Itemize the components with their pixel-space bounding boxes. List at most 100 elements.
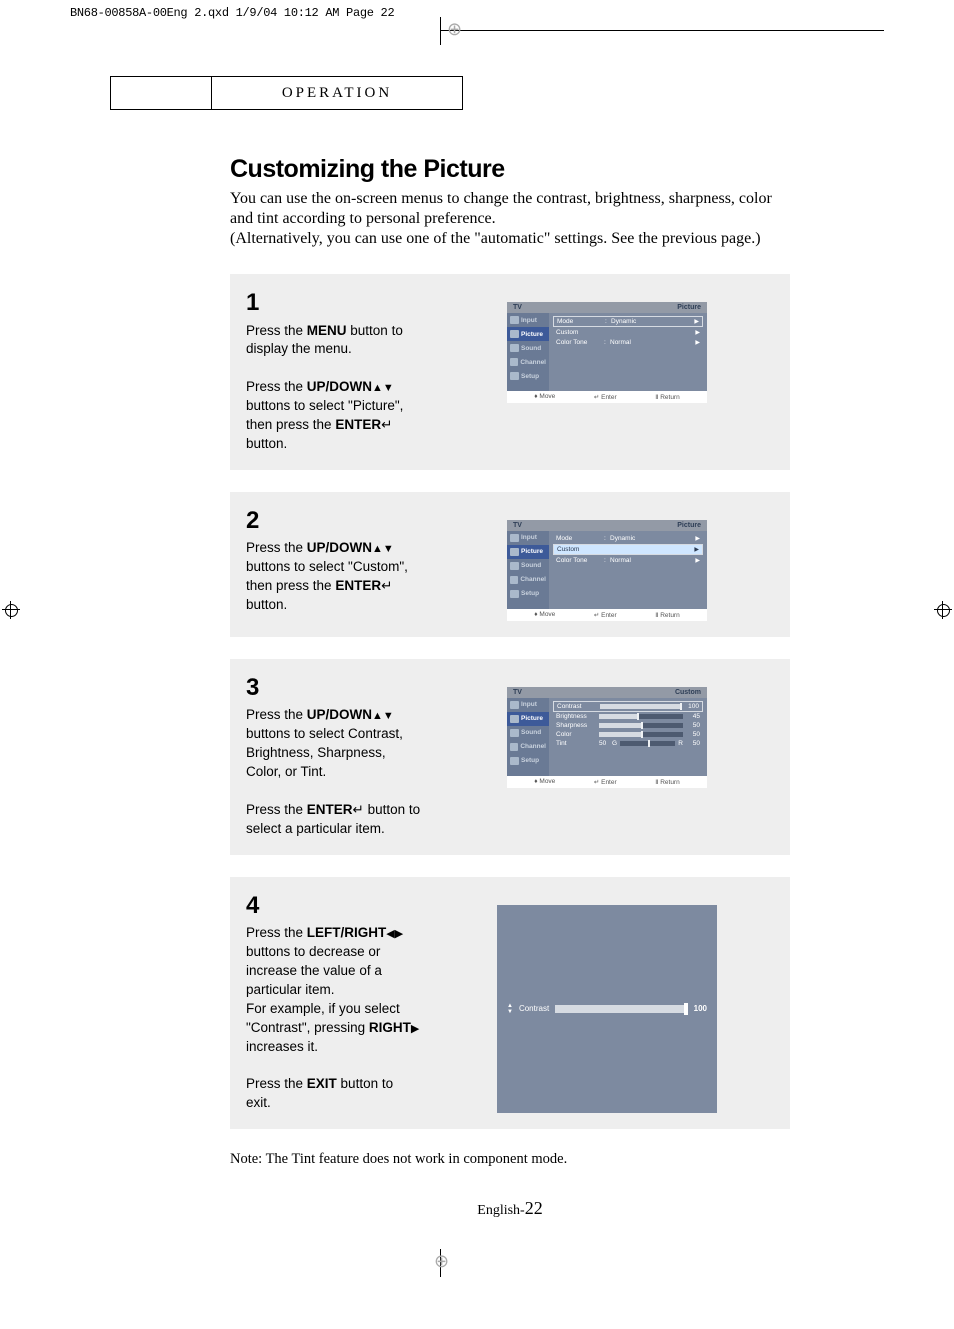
setup-icon: [510, 590, 519, 598]
enter-icon: ↵: [353, 802, 364, 817]
page-title: Customizing the Picture: [230, 155, 790, 184]
osd-sidebar: Input Picture Sound Channel Setup: [507, 698, 549, 776]
slider-contrast[interactable]: Contrast100: [553, 701, 703, 712]
move-icon: ♦: [534, 611, 537, 618]
t: Press the: [246, 707, 307, 722]
osd-side-sound[interactable]: Sound: [507, 341, 549, 355]
osd-tv-label: TV: [513, 689, 522, 696]
chevron-right-icon: ▶: [694, 318, 699, 325]
t: LEFT/RIGHT: [307, 925, 387, 940]
osd-side-input[interactable]: Input: [507, 698, 549, 712]
enter-icon: ↵: [381, 578, 392, 593]
t: ENTER: [307, 802, 353, 817]
osd-side-channel[interactable]: Channel: [507, 740, 549, 754]
input-icon: [510, 701, 519, 709]
step-2: 2 Press the UP/DOWN▲▼ buttons to select …: [230, 492, 790, 637]
t: UP/DOWN: [307, 707, 372, 722]
t: button.: [246, 597, 287, 612]
osd-panel-2: TV Picture Input Picture Sound Channel S…: [507, 520, 707, 621]
osd-row-custom[interactable]: Custom▶: [553, 328, 703, 337]
adjust-slider[interactable]: [555, 1005, 687, 1013]
t: ENTER: [335, 417, 381, 432]
step-4-osd: ▲ ▼ Contrast 100: [436, 889, 778, 1114]
chevron-right-icon: ▶: [695, 535, 700, 542]
osd-side-channel[interactable]: Channel: [507, 573, 549, 587]
osd-footer: ♦ Move ↵ Enter Ⅱ Return: [507, 776, 707, 788]
enter-icon: ↵: [594, 779, 599, 786]
enter-icon: ↵: [594, 394, 599, 401]
slider-color[interactable]: Color50: [553, 730, 703, 739]
enter-icon: ↵: [381, 417, 392, 432]
picture-icon: [510, 330, 519, 338]
move-icon: ♦: [534, 393, 537, 400]
osd-side-picture[interactable]: Picture: [507, 327, 549, 341]
osd-row-colortone[interactable]: Color Tone:Normal▶: [553, 556, 703, 565]
register-mark-left: [2, 601, 20, 619]
osd-side-setup[interactable]: Setup: [507, 369, 549, 383]
slider-tint[interactable]: Tint50GR50: [553, 739, 703, 748]
slider-brightness[interactable]: Brightness45: [553, 712, 703, 721]
input-icon: [510, 316, 519, 324]
subtitle-line2: (Alternatively, you can use one of the "…: [230, 230, 761, 247]
step-4: 4 Press the LEFT/RIGHT◀▶ buttons to decr…: [230, 877, 790, 1130]
page-body: OPERATION Customizing the Picture You ca…: [0, 31, 954, 1249]
osd-footer: ♦ Move ↵ Enter Ⅱ Return: [507, 609, 707, 621]
subtitle-line1: You can use the on-screen menus to chang…: [230, 190, 772, 227]
updown-arrows-icon: ▲▼: [372, 382, 394, 394]
enter-icon: ↵: [594, 612, 599, 619]
step-1-number: 1: [246, 286, 421, 320]
osd-row-custom[interactable]: Custom▶: [553, 544, 703, 555]
osd-footer: ♦ Move ↵ Enter Ⅱ Return: [507, 391, 707, 403]
input-icon: [510, 534, 519, 542]
osd-main: Contrast100 Brightness45 Sharpness50 Col…: [549, 698, 707, 776]
osd-menu-title: Custom: [675, 689, 701, 696]
osd-tv-label: TV: [513, 304, 522, 311]
register-mark-right: [934, 601, 952, 619]
step-3-number: 3: [246, 671, 421, 705]
osd-main: Mode:Dynamic▶ Custom▶ Color Tone:Normal▶: [549, 313, 707, 391]
osd-row-colortone[interactable]: Color Tone:Normal▶: [553, 338, 703, 347]
osd-main: Mode:Dynamic▶ Custom▶ Color Tone:Normal▶: [549, 531, 707, 609]
osd-side-channel[interactable]: Channel: [507, 355, 549, 369]
t: buttons to decrease or increase the valu…: [246, 944, 382, 997]
osd-row-mode[interactable]: Mode:Dynamic▶: [553, 534, 703, 543]
step-4-text: 4 Press the LEFT/RIGHT◀▶ buttons to decr…: [246, 889, 421, 1114]
osd-side-picture[interactable]: Picture: [507, 545, 549, 559]
t: UP/DOWN: [307, 379, 372, 394]
osd-side-setup[interactable]: Setup: [507, 754, 549, 768]
adjust-value: 100: [694, 1004, 707, 1013]
t: buttons to select Contrast, Brightness, …: [246, 726, 403, 779]
osd-adjust-bar[interactable]: ▲ ▼ Contrast 100: [497, 905, 717, 1114]
section-header: OPERATION: [110, 76, 864, 110]
tint-green-label: G: [612, 740, 617, 747]
t: increases it.: [246, 1039, 318, 1054]
channel-icon: [510, 743, 518, 751]
t: Press the: [246, 540, 307, 555]
osd-side-sound[interactable]: Sound: [507, 559, 549, 573]
slider-sharpness[interactable]: Sharpness50: [553, 721, 703, 730]
picture-icon: [510, 715, 519, 723]
footnote: Note: The Tint feature does not work in …: [230, 1151, 790, 1168]
section-title: OPERATION: [211, 76, 463, 110]
updown-arrows-icon: ▲ ▼: [507, 1003, 513, 1015]
content-column: Customizing the Picture You can use the …: [230, 155, 790, 1219]
sound-icon: [510, 344, 519, 352]
osd-side-sound[interactable]: Sound: [507, 726, 549, 740]
t: UP/DOWN: [307, 540, 372, 555]
osd-side-input[interactable]: Input: [507, 531, 549, 545]
osd-side-picture[interactable]: Picture: [507, 712, 549, 726]
page-prefix: English-: [477, 1203, 524, 1218]
right-arrow-icon: ▶: [411, 1023, 419, 1035]
page-number: English-22: [230, 1198, 790, 1219]
printer-header-line: BN68-00858A-00Eng 2.qxd 1/9/04 10:12 AM …: [0, 0, 954, 30]
step-1-text: 1 Press the MENU button to display the m…: [246, 286, 421, 454]
sound-icon: [510, 562, 519, 570]
step-3-osd: TV Custom Input Picture Sound Channel Se…: [436, 671, 778, 839]
osd-side-input[interactable]: Input: [507, 313, 549, 327]
osd-row-mode[interactable]: Mode:Dynamic▶: [553, 316, 703, 327]
osd-side-setup[interactable]: Setup: [507, 587, 549, 601]
osd-sidebar: Input Picture Sound Channel Setup: [507, 313, 549, 391]
sound-icon: [510, 729, 519, 737]
crop-plus-bottom: ⊕: [434, 1251, 449, 1272]
t: Press the: [246, 1076, 307, 1091]
